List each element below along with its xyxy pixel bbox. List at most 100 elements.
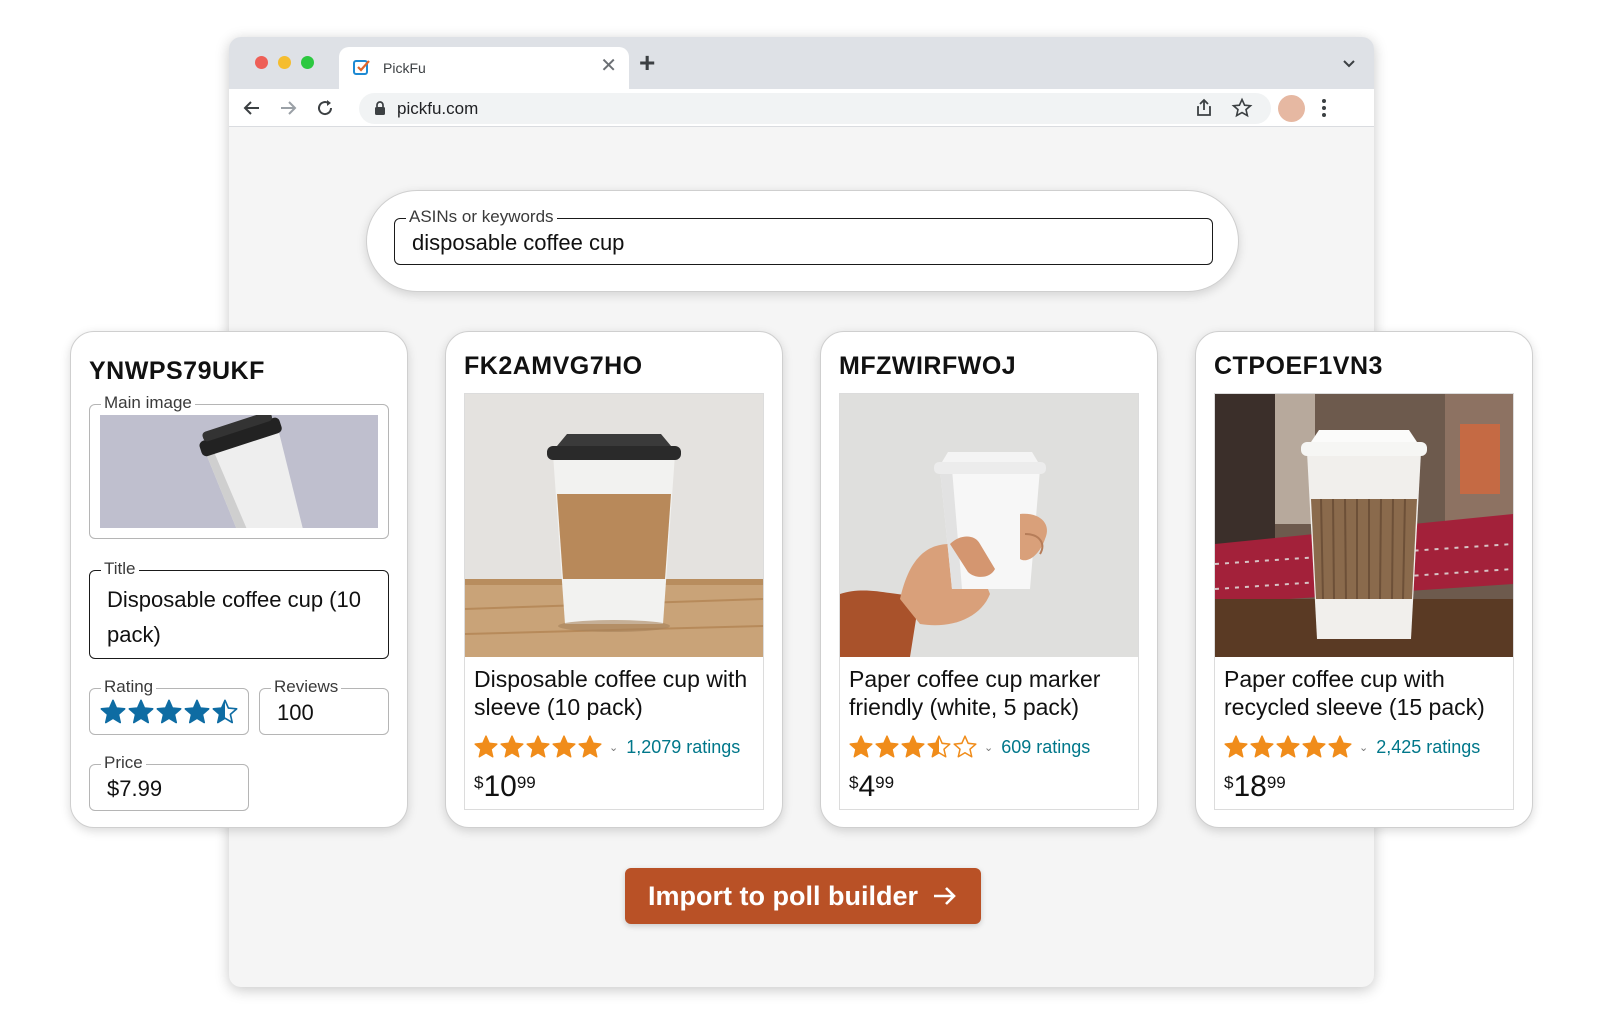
ratings-count-link[interactable]: 2,425 ratings: [1376, 737, 1480, 758]
product-asin: FK2AMVG7HO: [464, 352, 643, 380]
product-asin: MFZWIRFWOJ: [839, 352, 1017, 380]
star-full-icon: [156, 699, 182, 724]
rating-stars[interactable]: [99, 698, 239, 726]
product-editor-card: YNWPS79UKF Main image Title Disposable c…: [70, 331, 408, 828]
close-window-button[interactable]: [255, 56, 268, 69]
lock-icon: [375, 101, 385, 115]
star-full-icon: [1250, 735, 1274, 758]
url-text: pickfu.com: [397, 99, 479, 118]
star-full-icon: [1224, 735, 1248, 758]
reviews-field[interactable]: Reviews 100: [259, 677, 389, 735]
star-full-icon: [100, 699, 126, 724]
star-half-icon: [212, 699, 238, 724]
star-empty-icon: [953, 735, 977, 758]
product-card[interactable]: FK2AMVG7HO Disposable coffee cup with sl…: [445, 331, 783, 828]
import-to-poll-builder-button[interactable]: Import to poll builder: [625, 868, 981, 924]
chevron-down-icon[interactable]: ⌄: [609, 741, 618, 754]
star-full-icon: [526, 735, 550, 758]
chevron-down-icon[interactable]: [1342, 57, 1356, 71]
star-full-icon: [500, 735, 524, 758]
product-photo: [465, 394, 763, 657]
reviews-value: 100: [277, 700, 314, 725]
product-rating: ⌄ 1,2079 ratings: [473, 734, 740, 760]
back-arrow-icon[interactable]: [241, 97, 263, 119]
more-menu-icon[interactable]: [1321, 97, 1327, 119]
title-value: Disposable coffee cup (10 pack): [107, 587, 361, 647]
chevron-down-icon[interactable]: ⌄: [1359, 741, 1368, 754]
rating-stars: [1223, 734, 1353, 760]
main-image: [100, 415, 378, 528]
chevron-down-icon[interactable]: ⌄: [984, 741, 993, 754]
star-full-icon: [578, 735, 602, 758]
star-full-icon: [875, 735, 899, 758]
price-label: Price: [101, 753, 146, 773]
product-listing: Paper coffee cup marker friendly (white,…: [839, 393, 1139, 810]
product-title[interactable]: Disposable coffee cup with sleeve (10 pa…: [474, 665, 759, 721]
forward-arrow-icon[interactable]: [277, 97, 299, 119]
price-field[interactable]: Price $7.99: [89, 753, 249, 811]
arrow-right-icon: [933, 887, 956, 905]
price-currency: $: [849, 773, 859, 792]
rating-field[interactable]: Rating: [89, 677, 249, 735]
minimize-window-button[interactable]: [278, 56, 291, 69]
maximize-window-button[interactable]: [301, 56, 314, 69]
price-fraction: 99: [875, 773, 895, 792]
star-full-icon: [552, 735, 576, 758]
product-photo: [1215, 394, 1513, 657]
rating-stars: [848, 734, 978, 760]
search-value: disposable coffee cup: [412, 230, 625, 255]
price-whole: 10: [483, 770, 517, 803]
price-whole: 18: [1233, 770, 1267, 803]
product-photo: [840, 394, 1138, 657]
tab-title: PickFu: [383, 60, 426, 76]
profile-avatar[interactable]: [1278, 95, 1305, 122]
price-fraction: 99: [516, 773, 536, 792]
product-price: $499: [849, 770, 894, 804]
share-icon[interactable]: [1193, 97, 1215, 119]
search-label: ASINs or keywords: [406, 207, 557, 227]
price-currency: $: [1224, 773, 1234, 792]
new-tab-icon[interactable]: +: [639, 49, 655, 77]
price-value: $7.99: [107, 776, 163, 801]
import-button-label: Import to poll builder: [648, 880, 918, 911]
main-image-label: Main image: [101, 393, 195, 413]
star-full-icon: [901, 735, 925, 758]
tab-pickfu[interactable]: PickFu ✕: [339, 47, 629, 89]
star-half-icon: [927, 735, 951, 758]
product-card[interactable]: CTPOEF1VN3 Paper coffee cup with recycle…: [1195, 331, 1533, 828]
main-image-field[interactable]: Main image: [89, 393, 389, 539]
price-fraction: 99: [1266, 773, 1286, 792]
rating-stars: [473, 734, 603, 760]
star-full-icon: [128, 699, 154, 724]
product-rating: ⌄ 609 ratings: [848, 734, 1090, 760]
price-currency: $: [474, 773, 484, 792]
star-full-icon: [184, 699, 210, 724]
close-tab-icon[interactable]: ✕: [600, 56, 617, 76]
tab-bar: PickFu ✕ +: [229, 37, 1374, 89]
rating-label: Rating: [101, 677, 157, 697]
reload-icon[interactable]: [314, 97, 336, 119]
ratings-count-link[interactable]: 1,2079 ratings: [626, 737, 740, 758]
reviews-label: Reviews: [271, 677, 342, 697]
address-bar[interactable]: pickfu.com: [359, 93, 1271, 124]
browser-toolbar: pickfu.com: [229, 89, 1374, 127]
product-listing: Paper coffee cup with recycled sleeve (1…: [1214, 393, 1514, 810]
product-price: $1099: [474, 770, 536, 804]
product-asin: CTPOEF1VN3: [1214, 352, 1383, 380]
search-input[interactable]: ASINs or keywords disposable coffee cup: [394, 207, 1213, 265]
product-listing: Disposable coffee cup with sleeve (10 pa…: [464, 393, 764, 810]
product-price: $1899: [1224, 770, 1286, 804]
product-card[interactable]: MFZWIRFWOJ Paper coffee cup marker frien…: [820, 331, 1158, 828]
ratings-count-link[interactable]: 609 ratings: [1001, 737, 1090, 758]
product-rating: ⌄ 2,425 ratings: [1223, 734, 1480, 760]
product-title[interactable]: Paper coffee cup with recycled sleeve (1…: [1224, 665, 1509, 721]
star-full-icon: [1328, 735, 1352, 758]
search-card: ASINs or keywords disposable coffee cup: [366, 190, 1239, 292]
pickfu-favicon-icon: [353, 60, 370, 75]
star-full-icon: [474, 735, 498, 758]
star-full-icon: [849, 735, 873, 758]
title-label: Title: [101, 559, 139, 579]
bookmark-star-icon[interactable]: [1231, 97, 1253, 119]
title-field[interactable]: Title Disposable coffee cup (10 pack): [89, 559, 389, 659]
product-title[interactable]: Paper coffee cup marker friendly (white,…: [849, 665, 1134, 721]
